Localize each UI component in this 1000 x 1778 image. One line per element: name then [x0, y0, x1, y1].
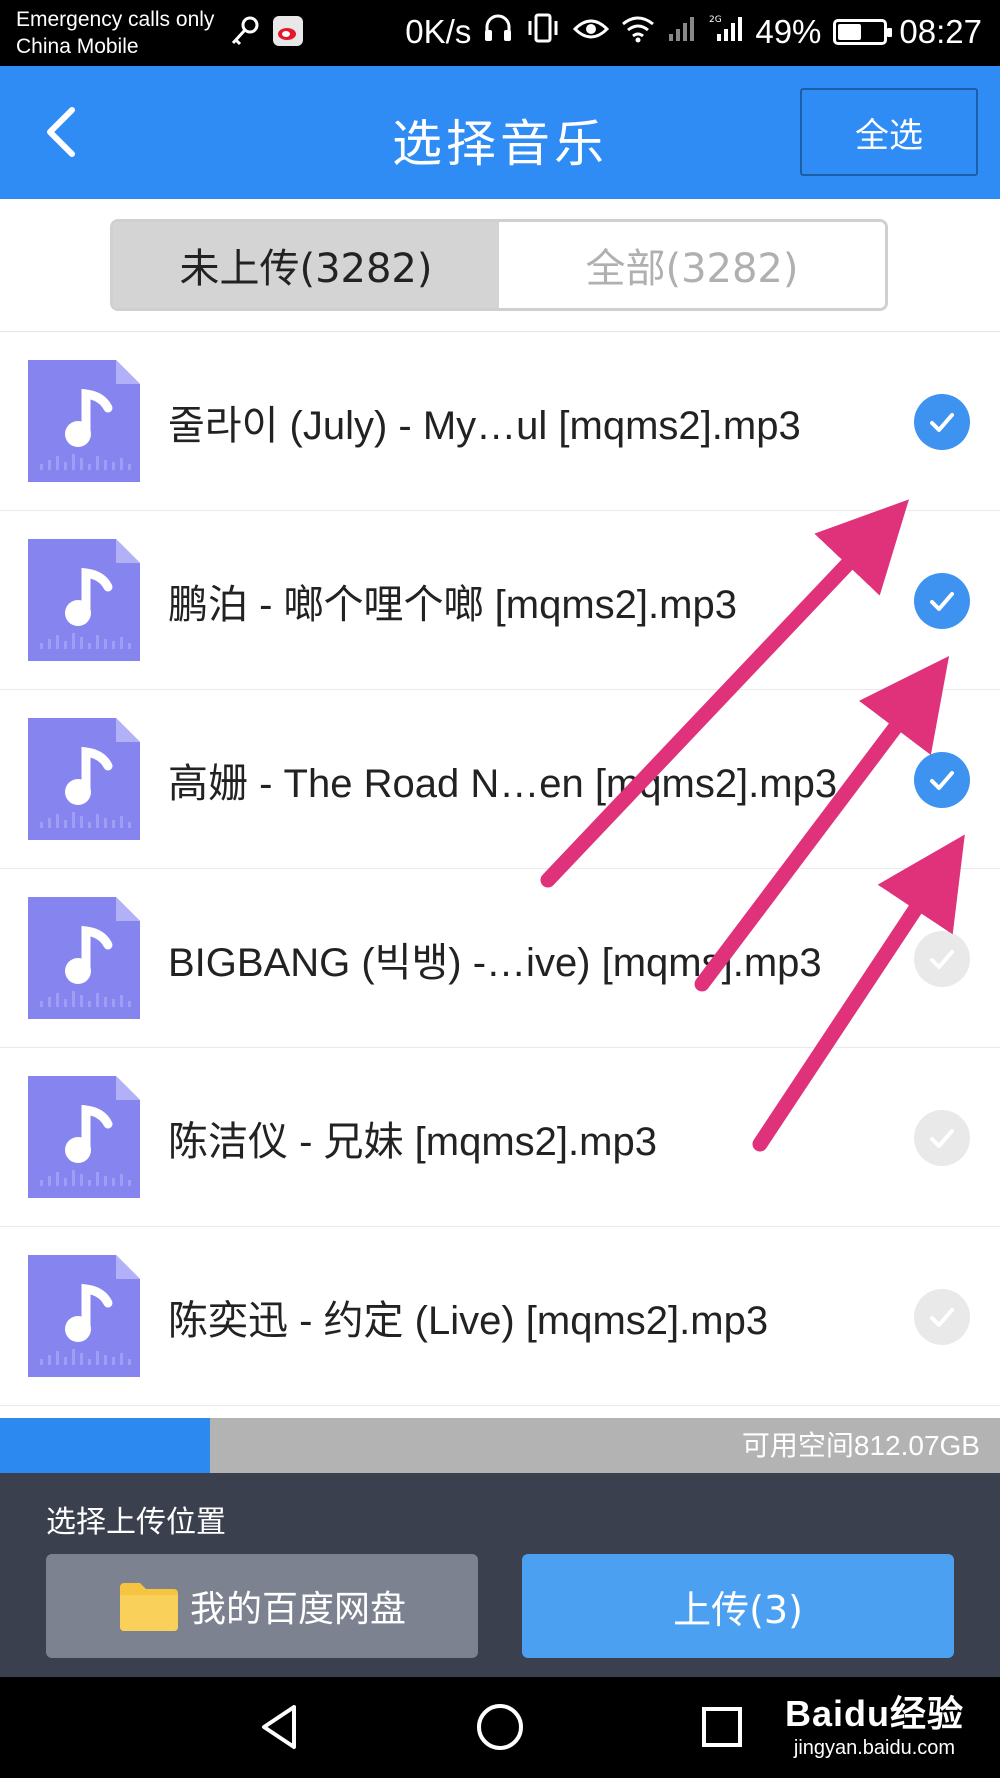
battery-icon: [833, 19, 893, 45]
checkbox[interactable]: [914, 1110, 970, 1166]
upload-location-name: 我的百度网盘: [189, 1589, 406, 1630]
file-name: 陈奕迅 - 约定 (Live) [mqms2].mp3: [168, 1298, 769, 1343]
checkbox[interactable]: [914, 931, 970, 987]
weibo-icon: [272, 15, 304, 51]
net-speed: 0K/s: [405, 13, 472, 50]
status-bar: Emergency calls only China Mobile 0K/s 2…: [0, 0, 1000, 66]
wifi-icon: [621, 13, 655, 51]
checkmark-icon: [930, 950, 954, 969]
checkbox[interactable]: [914, 1289, 970, 1345]
app-header: 选择音乐 全选: [0, 66, 1000, 199]
checkmark-icon: [930, 1308, 954, 1327]
clock: 08:27: [899, 13, 982, 50]
checkmark-icon: [930, 592, 954, 611]
checkbox[interactable]: [914, 573, 970, 629]
signal-icon: [667, 13, 697, 51]
recents-square-icon[interactable]: [694, 1699, 750, 1755]
system-nav-bar: Baidu经验 jingyan.baidu.com: [0, 1677, 1000, 1778]
file-name: 鹏泊 - 啷个哩个啷 [mqms2].mp3: [168, 582, 737, 627]
music-file-icon: [28, 897, 140, 1019]
tabs-area: 未上传(3282) 全部(3282): [0, 199, 1000, 332]
tab-all[interactable]: 全部(3282): [499, 222, 885, 308]
music-file-list: 줄라이 (July) - My…ul [mqms2].mp3 鹏泊 - 啷个哩个…: [0, 332, 1000, 1406]
eye-icon: [573, 13, 610, 51]
upload-panel: 选择上传位置 我的百度网盘 上传(3): [0, 1473, 1000, 1677]
baidu-jingyan-watermark: Baidu经验 jingyan.baidu.com: [785, 1685, 964, 1760]
status-left-icons: [228, 14, 304, 52]
watermark-brand: Baidu经验: [784, 1693, 964, 1734]
file-row[interactable]: 줄라이 (July) - My…ul [mqms2].mp3: [0, 332, 1000, 511]
storage-available-text: 可用空间812.07GB: [741, 1430, 980, 1461]
folder-icon: [119, 1583, 178, 1631]
file-row[interactable]: 陈洁仪 - 兄妹 [mqms2].mp3: [0, 1048, 1000, 1227]
music-file-icon: [28, 360, 140, 482]
watermark-domain: jingyan.baidu.com: [793, 1737, 956, 1759]
vibrate-icon: [525, 12, 561, 52]
status-right: 0K/s 2G 49% 08:27: [405, 12, 982, 52]
music-file-icon: [28, 718, 140, 840]
music-file-icon: [28, 1255, 140, 1377]
file-row[interactable]: 鹏泊 - 啷个哩个啷 [mqms2].mp3: [0, 511, 1000, 690]
home-circle-icon[interactable]: [472, 1699, 528, 1755]
checkbox[interactable]: [914, 752, 970, 808]
4g-signal-icon: 2G: [709, 13, 743, 51]
checkmark-icon: [930, 771, 954, 790]
file-row[interactable]: 陈奕迅 - 约定 (Live) [mqms2].mp3: [0, 1227, 1000, 1406]
checkmark-icon: [930, 1129, 954, 1148]
back-triangle-icon[interactable]: [252, 1699, 308, 1755]
battery-percent: 49%: [755, 13, 822, 50]
carrier-info: Emergency calls only China Mobile: [16, 6, 214, 60]
music-file-icon: [28, 539, 140, 661]
carrier-line-1: Emergency calls only: [16, 8, 215, 31]
filter-tabs: 未上传(3282) 全部(3282): [110, 219, 888, 311]
tab-not-uploaded[interactable]: 未上传(3282): [113, 222, 499, 308]
key-icon: [228, 14, 262, 52]
file-row[interactable]: 高姗 - The Road N…en [mqms2].mp3: [0, 690, 1000, 869]
svg-text:2G: 2G: [709, 15, 722, 25]
file-name: BIGBANG (빅뱅) -…ive) [mqms].mp3: [168, 940, 822, 985]
file-name: 陈洁仪 - 兄妹 [mqms2].mp3: [168, 1119, 657, 1164]
storage-used-fill: [0, 1418, 210, 1473]
storage-bar: 可用空间812.07GB: [0, 1418, 1000, 1473]
file-name: 高姗 - The Road N…en [mqms2].mp3: [168, 761, 838, 806]
upload-location-label: 选择上传位置: [46, 1505, 226, 1540]
checkbox[interactable]: [914, 394, 970, 450]
music-file-icon: [28, 1076, 140, 1198]
headset-icon: [483, 12, 513, 52]
select-all-button[interactable]: 全选: [800, 88, 978, 176]
carrier-line-2: China Mobile: [16, 35, 139, 58]
file-row[interactable]: BIGBANG (빅뱅) -…ive) [mqms].mp3: [0, 869, 1000, 1048]
file-name: 줄라이 (July) - My…ul [mqms2].mp3: [168, 403, 801, 448]
checkmark-icon: [930, 413, 954, 432]
upload-location-button[interactable]: 我的百度网盘: [46, 1554, 478, 1658]
upload-button[interactable]: 上传(3): [522, 1554, 954, 1658]
